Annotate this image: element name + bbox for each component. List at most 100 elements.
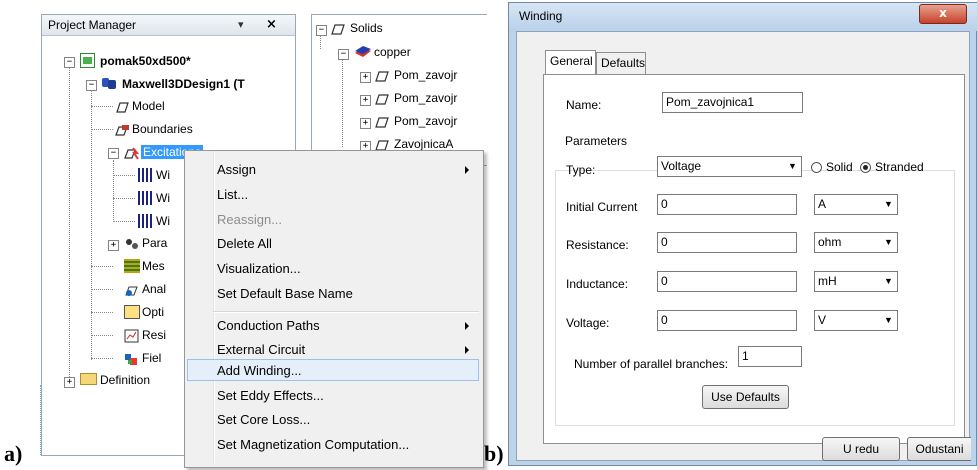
- results-icon: [124, 328, 140, 343]
- menu-item-set-eddy-effects[interactable]: Set Eddy Effects...: [217, 388, 324, 403]
- tab-defaults[interactable]: Defaults: [596, 52, 646, 74]
- menu-item-delete-all[interactable]: Delete All: [217, 236, 272, 251]
- solid-object-icon: [374, 91, 390, 105]
- tree-item-boundaries[interactable]: Boundaries: [132, 122, 193, 136]
- submenu-arrow-icon: [465, 322, 469, 330]
- tree-item-analysis[interactable]: Anal: [142, 282, 166, 296]
- tree-item-solid[interactable]: Pom_zavojr: [394, 114, 457, 128]
- tree-item-winding[interactable]: Wi: [156, 168, 170, 182]
- tree-item-solids[interactable]: Solids: [350, 21, 383, 35]
- material-icon: [354, 44, 371, 58]
- tree-item-results[interactable]: Resi: [142, 328, 166, 342]
- project-manager-titlebar: Project Manager ▾ ×: [42, 15, 295, 36]
- excitations-icon: [124, 145, 140, 160]
- tree-expander[interactable]: −: [316, 25, 327, 36]
- tree-line: [91, 129, 113, 130]
- initial-current-label: Initial Current: [566, 200, 638, 214]
- menu-item-set-magnetization-computation[interactable]: Set Magnetization Computation...: [217, 437, 409, 452]
- tree-expander[interactable]: +: [360, 118, 371, 129]
- inductance-unit-dropdown[interactable]: mH ▼: [814, 271, 898, 292]
- tree-expander[interactable]: −: [64, 57, 75, 68]
- name-field[interactable]: Pom_zavojnica1: [662, 92, 803, 113]
- menu-item-set-core-loss[interactable]: Set Core Loss...: [217, 412, 310, 427]
- type-dropdown-value: Voltage: [661, 159, 702, 173]
- use-defaults-button[interactable]: Use Defaults: [702, 385, 789, 409]
- tree-item-solid[interactable]: ZavojnicaA: [394, 137, 453, 151]
- close-icon[interactable]: x: [919, 4, 967, 24]
- solid-radio-label[interactable]: Solid: [826, 160, 853, 174]
- menu-item-add-winding[interactable]: Add Winding...: [217, 363, 302, 378]
- tree-line: [91, 90, 92, 360]
- tree-item-winding[interactable]: Wi: [156, 214, 170, 228]
- tree-line: [69, 67, 70, 377]
- tree-item-solid[interactable]: Pom_zavojr: [394, 68, 457, 82]
- tree-item-model[interactable]: Model: [132, 99, 165, 113]
- stranded-radio-label[interactable]: Stranded: [875, 160, 924, 174]
- tree-expander[interactable]: +: [108, 240, 119, 251]
- tree-expander[interactable]: −: [108, 148, 119, 159]
- resistance-unit-dropdown[interactable]: ohm ▼: [814, 232, 898, 253]
- chevron-down-icon: ▼: [884, 315, 893, 325]
- menu-item-reassign: Reassign...: [217, 212, 283, 227]
- menu-item-set-default-base-name[interactable]: Set Default Base Name: [217, 286, 353, 301]
- type-dropdown[interactable]: Voltage ▼: [657, 156, 802, 177]
- tree-line: [91, 106, 113, 107]
- inductance-field[interactable]: 0: [657, 271, 797, 292]
- tree-item-winding[interactable]: Wi: [156, 191, 170, 205]
- tab-general[interactable]: General: [545, 50, 596, 75]
- tree-item-design[interactable]: Maxwell3DDesign1 (T: [122, 77, 245, 91]
- solid-radio[interactable]: [811, 162, 822, 173]
- tree-item-copper[interactable]: copper: [374, 45, 411, 59]
- field-overlays-icon: [124, 351, 140, 365]
- inductance-label: Inductance:: [566, 277, 629, 291]
- tree-expander[interactable]: −: [86, 80, 97, 91]
- solids-icon: [330, 21, 346, 35]
- dialog-titlebar: Winding x: [509, 3, 977, 31]
- tree-expander[interactable]: +: [360, 72, 371, 83]
- boundaries-icon: [114, 122, 130, 136]
- tree-item-mesh[interactable]: Mes: [142, 259, 165, 273]
- tree-item-optimetrics[interactable]: Opti: [142, 305, 164, 319]
- menu-item-assign[interactable]: Assign: [217, 162, 256, 177]
- initial-current-unit-dropdown[interactable]: A ▼: [814, 194, 898, 215]
- tree-line: [342, 57, 343, 147]
- tree-item-solid[interactable]: Pom_zavojr: [394, 91, 457, 105]
- folder-icon: [80, 373, 97, 385]
- analysis-icon: [124, 282, 140, 296]
- menu-separator: [213, 311, 479, 313]
- parallel-branches-field[interactable]: 1: [738, 346, 802, 367]
- solid-object-icon: [374, 68, 390, 82]
- chevron-down-icon: ▼: [884, 199, 893, 209]
- voltage-field[interactable]: 0: [657, 310, 797, 331]
- voltage-unit-dropdown[interactable]: V ▼: [814, 310, 898, 331]
- initial-current-field[interactable]: 0: [657, 194, 797, 215]
- resistance-field[interactable]: 0: [657, 232, 797, 253]
- project-icon: [80, 53, 95, 68]
- menu-item-visualization[interactable]: Visualization...: [217, 261, 301, 276]
- submenu-arrow-icon: [465, 346, 469, 354]
- chevron-down-icon: ▼: [788, 161, 797, 171]
- stranded-radio[interactable]: [860, 162, 871, 173]
- model-icon: [114, 99, 130, 113]
- menu-item-conduction-paths[interactable]: Conduction Paths: [217, 318, 320, 333]
- menu-item-list[interactable]: List...: [217, 187, 248, 202]
- ok-button[interactable]: U redu: [822, 437, 900, 461]
- tree-item-project[interactable]: pomak50xd500*: [100, 54, 191, 68]
- close-panel-icon[interactable]: ×: [266, 17, 277, 32]
- chevron-down-icon: ▼: [884, 237, 893, 247]
- figure-label-b: b): [484, 441, 504, 466]
- tree-expander[interactable]: +: [360, 95, 371, 106]
- tree-line: [320, 35, 321, 49]
- tree-item-parameters[interactable]: Para: [142, 236, 167, 250]
- tree-item-definitions[interactable]: Definition: [100, 373, 150, 387]
- dialog-body: General Defaults Name: Pom_zavojnica1 Pa…: [516, 31, 971, 461]
- solid-object-icon: [374, 114, 390, 128]
- cancel-button[interactable]: Odustani: [907, 437, 971, 461]
- menu-item-external-circuit[interactable]: External Circuit: [217, 342, 305, 357]
- tree-item-field-overlays[interactable]: Fiel: [142, 351, 161, 365]
- tree-expander[interactable]: +: [64, 377, 75, 388]
- design-icon: [102, 76, 118, 90]
- tree-expander[interactable]: −: [338, 49, 349, 60]
- pin-dropdown-icon[interactable]: ▾: [238, 18, 244, 31]
- unit-value: V: [818, 313, 827, 327]
